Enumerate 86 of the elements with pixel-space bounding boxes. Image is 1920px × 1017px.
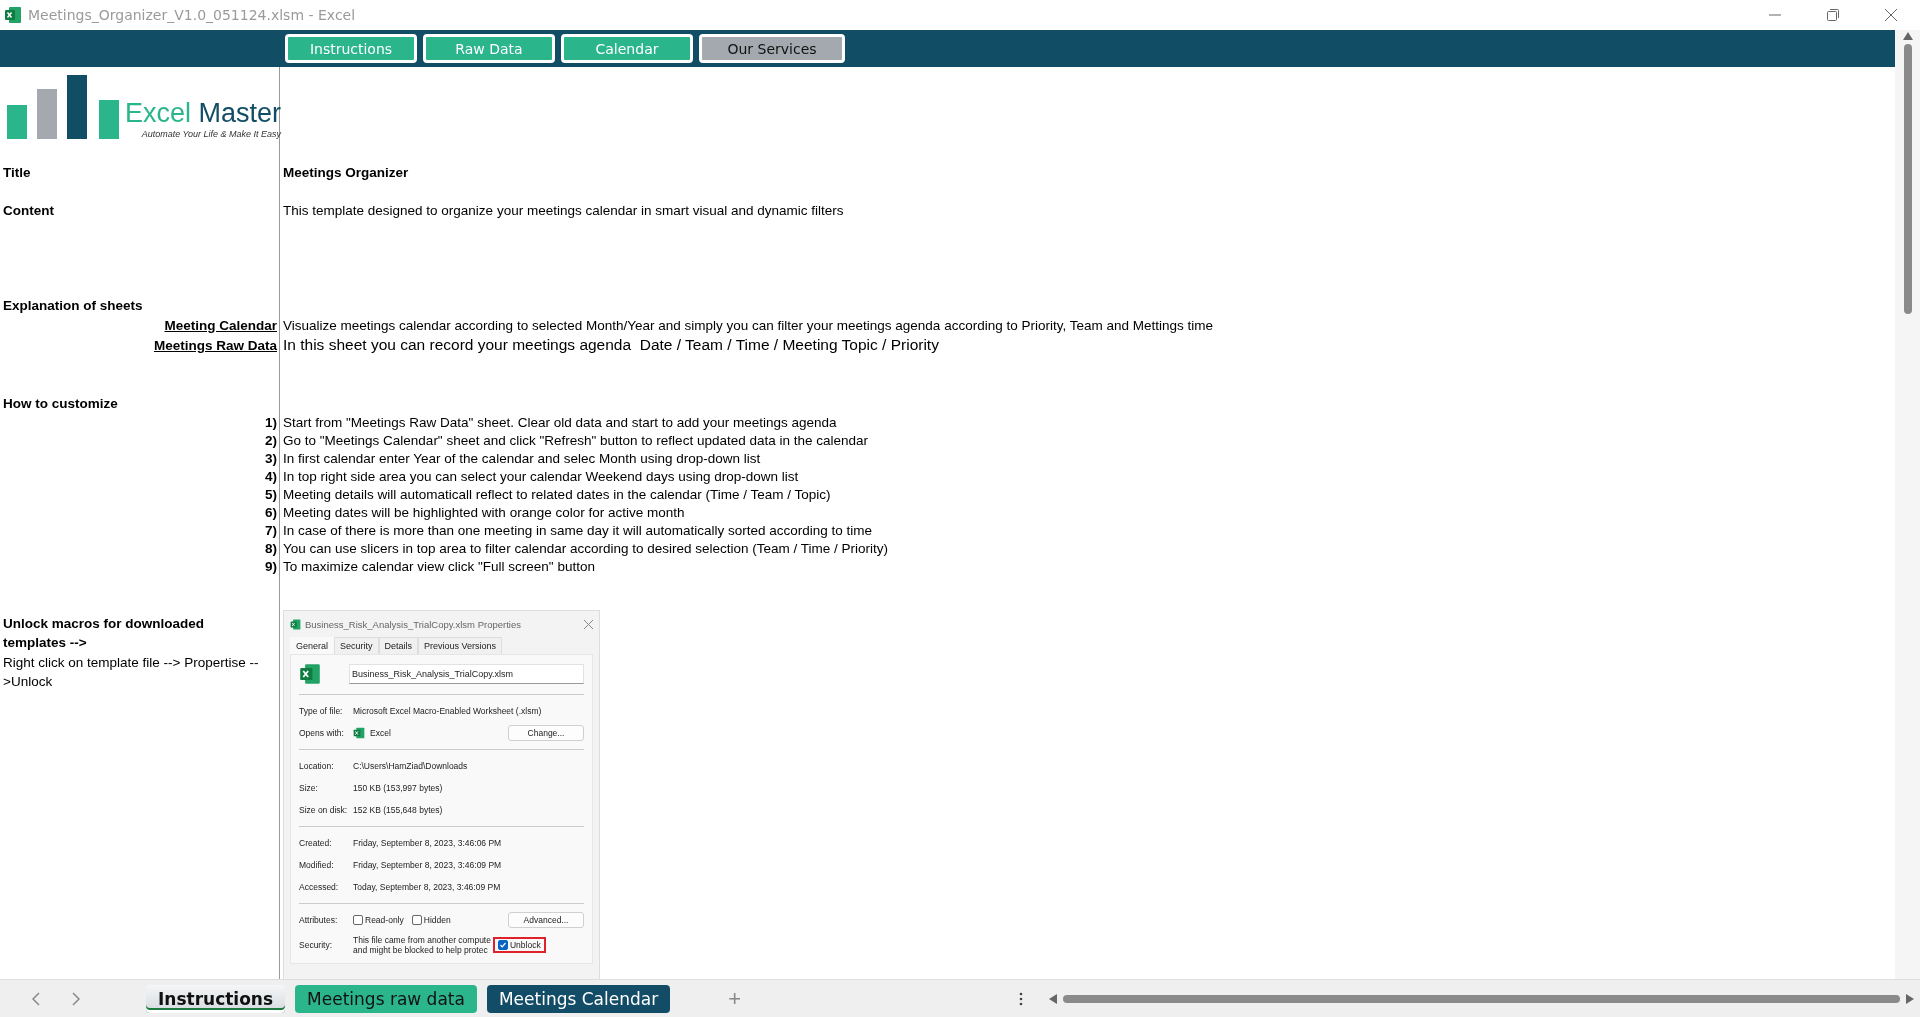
property-label: Modified: [299,860,335,870]
property-value: Friday, September 8, 2023, 3:46:09 PM [353,860,503,870]
window-title: Meetings_Organizer_V1.0_051124.xlsm - Excel [28,7,356,23]
dialog-tab[interactable]: Details [378,637,419,654]
property-value: 150 KB (153,997 bytes) [353,783,444,793]
change-button[interactable]: Change... [508,725,584,741]
property-label: Location: [299,761,335,771]
sheet-tab[interactable]: Meetings Calendar [486,984,671,1013]
unlock-instruction: Right click on template file --> Propertise -->Unlock [3,654,260,691]
horizontal-scrollbar-thumb[interactable] [1063,994,1900,1003]
scroll-up-icon[interactable] [1902,32,1913,40]
excel-icon [4,6,22,24]
property-label: Type of file: [299,706,344,716]
property-label: Size: [299,783,319,793]
logo-tagline: Automate Your Life & Make It Easy [141,129,282,139]
checkmark-icon [499,942,506,948]
field-label: Content [3,202,54,218]
property-value: Friday, September 8, 2023, 3:46:06 PM [353,838,503,848]
property-label: Security: [299,940,334,950]
property-label: Accessed: [299,882,340,892]
sheet-link[interactable]: Meeting Calendar [164,317,279,333]
title-value: Meetings Organizer [282,164,410,180]
step-text: In case of there is more than one meeting in same day it will automatically sorted according to time [282,522,874,538]
property-label: Opens with: [299,728,345,738]
property-value: Today, September 8, 2023, 3:46:09 PM [353,882,502,892]
section-heading: Explanation of sheets [3,297,143,313]
restore-icon [1827,9,1839,21]
step-text: Start from "Meetings Raw Data" sheet. Clear old data and start to add your meetings agenda [282,414,838,430]
close-icon [1885,9,1897,21]
advanced-button[interactable]: Advanced... [508,912,584,928]
property-value: Excel [370,728,391,738]
step-text: You can use slicers in top area to filter calendar according to desired selection (Team / Time / Priority) [282,540,890,556]
step-text: To maximize calendar view click "Full screen" button [282,558,596,574]
step-text: In top right side area you can select your calendar Weekend days using drop-down list [282,468,800,484]
chevron-right-icon [72,991,80,1006]
bar-chart-logo-icon [7,75,119,139]
more-options-icon[interactable] [1019,991,1023,1006]
step-number: 2) [265,432,278,448]
sheet-tab[interactable]: Meetings raw data [295,984,477,1013]
section-heading: How to customize [3,395,118,411]
security-note: This file came from another compute and might be blocked to help protec [353,935,491,955]
step-number: 5) [265,486,278,502]
vertical-scrollbar-thumb[interactable] [1903,44,1912,314]
dialog-tab[interactable]: Previous Versions [418,637,503,654]
excel-file-icon [299,663,321,685]
step-number: 8) [265,540,278,556]
step-number: 4) [265,468,278,484]
file-name-field[interactable]: Business_Risk_Analysis_TrialCopy.xlsm [349,664,584,684]
step-number: 7) [265,522,278,538]
property-label: Attributes: [299,915,339,925]
step-text: Meeting dates will be highlighted with orange color for active month [282,504,686,520]
dialog-tab[interactable]: General [290,637,335,654]
sheet-description: Visualize meetings calendar according to selected Month/Year and simply you can filter your meetings agenda according to Priority, Team and Mettings time [282,317,1214,333]
minimize-icon [1769,14,1781,16]
step-number: 6) [265,504,278,520]
step-number: 9) [265,558,278,574]
logo-text: Excel Master [125,98,282,129]
field-label: Title [3,164,31,180]
unlock-heading: Unlock macros for downloaded templates --> [3,615,206,652]
close-icon[interactable] [584,619,593,629]
scroll-left-icon[interactable] [1049,993,1057,1004]
step-text: Go to "Meetings Calendar" sheet and click "Refresh" button to reflect updated data in the calendar [282,432,869,448]
dialog-tab[interactable]: Security [334,637,379,654]
chevron-left-icon [32,991,40,1006]
property-value: C:\Users\HamZiad\Downloads [353,761,469,771]
scroll-right-icon[interactable] [1906,993,1914,1004]
excel-file-icon [290,618,301,630]
unblock-checkbox[interactable]: Unblock [492,937,546,953]
sheet-description: In this sheet you can record your meetings agenda Date / Team / Time / Meeting Topic / Priority [282,336,940,354]
property-value: 152 KB (155,648 bytes) [353,805,444,815]
sheet-tab[interactable]: Instructions [146,984,286,1013]
property-value: Microsoft Excel Macro-Enabled Worksheet (.xlsm) [353,706,543,716]
attribute-checkbox[interactable]: Read-only [353,915,404,925]
vertical-scrollbar[interactable] [1895,30,1920,979]
step-number: 3) [265,450,278,466]
content-value: This template designed to organize your meetings calendar in smart visual and dynamic filters [282,202,845,218]
property-label: Created: [299,838,333,848]
step-number: 1) [265,414,278,430]
dialog-title: Business_Risk_Analysis_TrialCopy.xlsm Properties [305,618,521,630]
excel-icon [353,727,365,739]
sheet-link[interactable]: Meetings Raw Data [153,337,279,353]
attribute-checkbox[interactable]: Hidden [411,915,451,925]
step-text: Meeting details will automaticall reflect to related dates in the calendar (Time / Team / Topic) [282,486,832,502]
step-text: In first calendar enter Year of the calendar and selec Month using drop-down list [282,450,762,466]
nav-button[interactable]: Our Services [699,34,845,63]
property-label: Size on disk: [299,805,349,815]
